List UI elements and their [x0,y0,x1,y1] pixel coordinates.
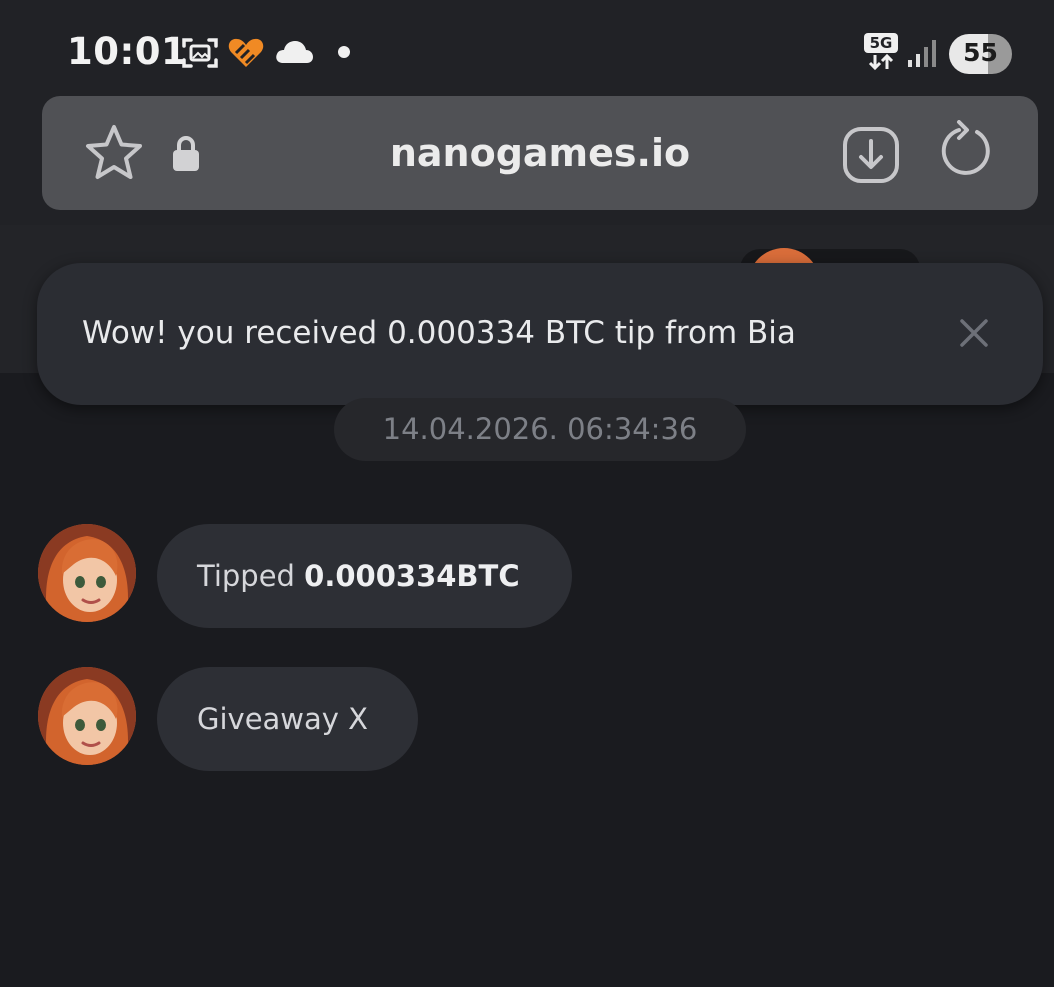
close-icon[interactable] [954,313,994,353]
network-label: 5G [864,33,898,53]
reload-icon[interactable] [937,120,997,182]
lock-icon [173,136,199,171]
battery-icon: 55 [949,34,1012,74]
avatar-image [38,524,136,622]
notification-message: Wow! you received 0.000334 BTC tip from … [82,315,796,351]
dot-icon [338,46,350,58]
network-5g-icon: 5G [864,33,898,73]
date-separator: 14.04.2026. 06:34:36 [334,398,746,461]
status-time: 10:01 [67,30,188,73]
tip-notification: Wow! you received 0.000334 BTC tip from … [37,263,1043,405]
download-icon[interactable] [842,126,900,184]
heart-icon [228,38,264,67]
avatar[interactable] [38,667,136,765]
chat-message-bubble: Tipped 0.000334BTC [157,524,572,628]
message-text: Giveaway X [197,702,369,736]
battery-level: 55 [963,38,998,67]
avatar[interactable] [38,524,136,622]
star-icon[interactable] [84,124,144,182]
message-text: Tipped [197,559,305,593]
tip-amount: 0.000334BTC [304,559,520,593]
screenshot-icon [182,38,218,68]
avatar-image [38,667,136,765]
cloud-icon [276,41,313,63]
chat-message-bubble: Giveaway X [157,667,418,771]
data-arrows-icon [868,53,894,71]
signal-icon [908,40,936,67]
